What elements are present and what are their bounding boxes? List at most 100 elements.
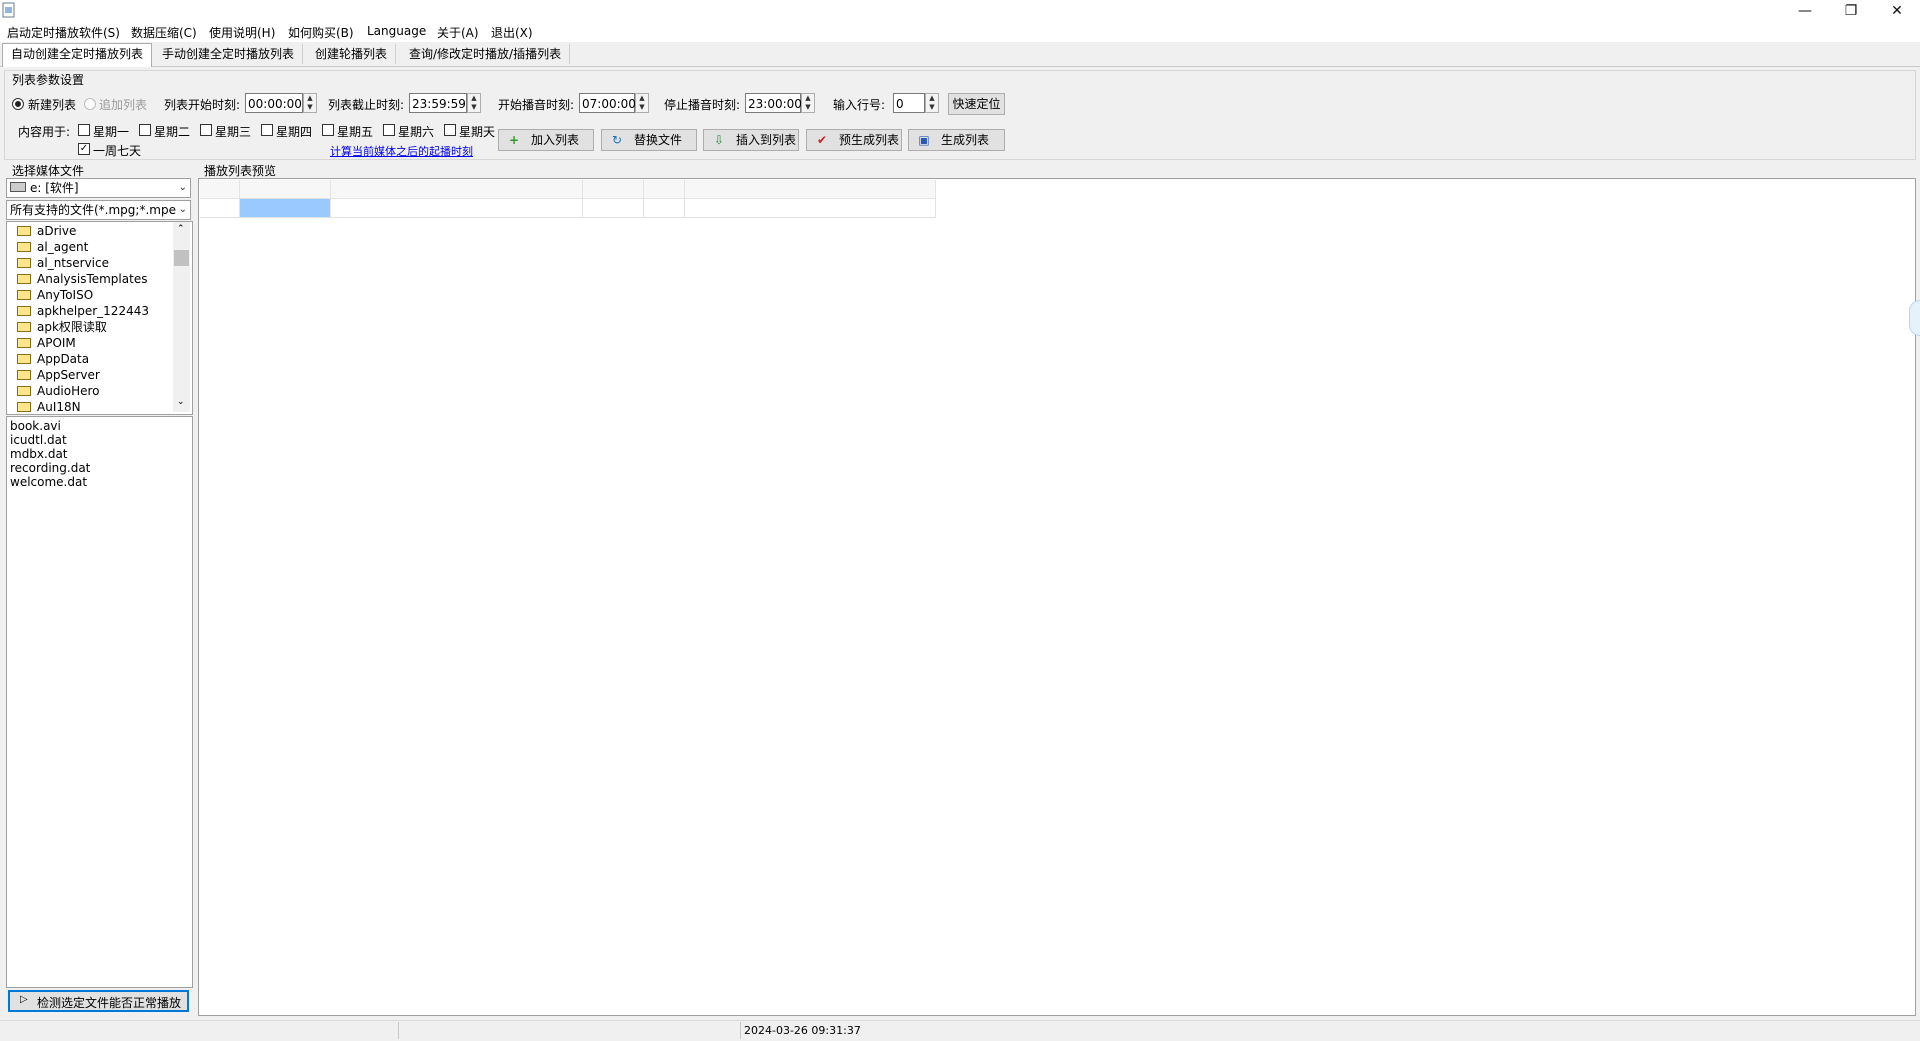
checkbox-thursday-label: 星期四 bbox=[276, 125, 313, 139]
play-start-spinner[interactable]: ▲ ▼ bbox=[635, 93, 649, 113]
tab-rotation[interactable]: 创建轮播列表 bbox=[307, 44, 397, 64]
scroll-up-icon[interactable]: ⌃ bbox=[177, 224, 185, 234]
grid-header-cell[interactable] bbox=[240, 180, 331, 199]
replace-file-button[interactable]: ↻ 替换文件 bbox=[601, 129, 697, 151]
row-number-label: 输入行号: bbox=[833, 98, 886, 112]
drive-select[interactable]: e: [软件] ⌄ bbox=[6, 178, 191, 198]
menu-start-player[interactable]: 启动定时播放软件(S) bbox=[7, 24, 120, 41]
row-number-input[interactable]: 0 bbox=[893, 93, 925, 113]
list-item[interactable]: book.avi bbox=[10, 419, 61, 433]
checkbox-tuesday-label: 星期二 bbox=[154, 125, 191, 139]
radio-append-list[interactable] bbox=[84, 98, 96, 110]
list-end-input[interactable]: 23:59:59 bbox=[409, 93, 467, 113]
play-stop-input[interactable]: 23:00:00 bbox=[745, 93, 802, 113]
file-filter-value: 所有支持的文件(*.mpg;*.mpe bbox=[10, 203, 176, 217]
generate-list-button[interactable]: ▣ 生成列表 bbox=[908, 129, 1005, 151]
tab-auto-create[interactable]: 自动创建全定时播放列表 bbox=[2, 43, 153, 67]
folder-item[interactable]: al_ntservice bbox=[17, 255, 109, 271]
generate-list-label: 生成列表 bbox=[941, 133, 990, 147]
folder-icon bbox=[17, 402, 31, 412]
folder-item[interactable]: APOIM bbox=[17, 335, 76, 351]
grid-header-cell[interactable] bbox=[644, 180, 685, 199]
tab-query-modify[interactable]: 查询/修改定时播放/插播列表 bbox=[401, 44, 571, 64]
menu-help[interactable]: 使用说明(H) bbox=[209, 24, 275, 41]
calc-start-time-link[interactable]: 计算当前媒体之后的起播时刻 bbox=[330, 143, 473, 159]
folder-item[interactable]: AuI18N bbox=[17, 399, 81, 414]
chevron-down-icon: ⌄ bbox=[176, 201, 187, 219]
folder-item[interactable]: AudioHero bbox=[17, 383, 100, 399]
grid-header-cell[interactable] bbox=[583, 180, 644, 199]
checkbox-friday[interactable] bbox=[322, 124, 334, 136]
scroll-thumb[interactable] bbox=[174, 250, 189, 266]
checkbox-monday[interactable] bbox=[78, 124, 90, 136]
list-end-spinner[interactable]: ▲ ▼ bbox=[467, 93, 481, 113]
folder-item[interactable]: apk权限读取 bbox=[17, 319, 107, 335]
save-icon: ▣ bbox=[918, 133, 930, 147]
scroll-down-icon[interactable]: ⌄ bbox=[177, 397, 185, 407]
checkbox-sunday[interactable] bbox=[444, 124, 456, 136]
grid-cell[interactable] bbox=[583, 199, 644, 218]
check-playable-label: 检测选定文件能否正常播放 bbox=[37, 996, 182, 1010]
grid-cell[interactable] bbox=[644, 199, 685, 218]
checkbox-tuesday[interactable] bbox=[139, 124, 151, 136]
checkbox-saturday[interactable] bbox=[383, 124, 395, 136]
folder-icon bbox=[17, 386, 31, 396]
folder-item[interactable]: aDrive bbox=[17, 223, 76, 239]
play-start-input[interactable]: 07:00:00 bbox=[579, 93, 636, 113]
grid-header-cell[interactable] bbox=[685, 180, 936, 199]
quick-locate-button[interactable]: 快速定位 bbox=[948, 93, 1005, 115]
folder-item[interactable]: AppServer bbox=[17, 367, 100, 383]
playlist-preview-grid[interactable] bbox=[198, 178, 1916, 1016]
add-to-list-button[interactable]: + 加入列表 bbox=[498, 129, 594, 151]
checkbox-wednesday[interactable] bbox=[200, 124, 212, 136]
restore-icon[interactable]: ❐ bbox=[1828, 0, 1874, 22]
side-handle[interactable] bbox=[1909, 300, 1920, 336]
checkbox-whole-week[interactable]: ✓ bbox=[78, 143, 90, 155]
minimize-icon[interactable]: — bbox=[1782, 0, 1828, 22]
checkbox-wednesday-label: 星期三 bbox=[215, 125, 252, 139]
grid-header-cell[interactable] bbox=[200, 180, 240, 199]
menu-exit[interactable]: 退出(X) bbox=[491, 24, 533, 41]
menu-about[interactable]: 关于(A) bbox=[437, 24, 479, 41]
menu-data-compress[interactable]: 数据压缩(C) bbox=[131, 24, 197, 41]
list-item[interactable]: mdbx.dat bbox=[10, 447, 68, 461]
folder-item[interactable]: AppData bbox=[17, 351, 89, 367]
grid-cell[interactable] bbox=[685, 199, 936, 218]
list-item[interactable]: welcome.dat bbox=[10, 475, 87, 489]
grid-cell[interactable] bbox=[200, 199, 240, 218]
menu-language[interactable]: Language bbox=[367, 24, 426, 38]
check-playable-button[interactable]: ▷ 检测选定文件能否正常播放 bbox=[8, 990, 189, 1012]
folder-item[interactable]: AnyToISO bbox=[17, 287, 93, 303]
grid-cell-selected[interactable] bbox=[240, 199, 331, 218]
menu-buy[interactable]: 如何购买(B) bbox=[288, 24, 354, 41]
row-number-spinner[interactable]: ▲ ▼ bbox=[925, 93, 939, 113]
list-item[interactable]: icudtl.dat bbox=[10, 433, 67, 447]
close-icon[interactable]: ✕ bbox=[1874, 0, 1920, 22]
checkbox-monday-label: 星期一 bbox=[93, 125, 130, 139]
checkbox-thursday[interactable] bbox=[261, 124, 273, 136]
radio-append-list-label: 追加列表 bbox=[99, 98, 148, 112]
folder-list-scrollbar[interactable]: ⌃ ⌄ bbox=[173, 222, 190, 412]
folder-list[interactable]: aDrive al_agent al_ntservice AnalysisTem… bbox=[6, 221, 193, 415]
insert-to-list-button[interactable]: ⇩ 插入到列表 bbox=[703, 129, 799, 151]
folder-item[interactable]: al_agent bbox=[17, 239, 88, 255]
radio-new-list[interactable] bbox=[12, 98, 24, 110]
play-stop-label: 停止播音时刻: bbox=[664, 98, 741, 112]
checkbox-whole-week-label: 一周七天 bbox=[93, 144, 142, 158]
grid-header-cell[interactable] bbox=[331, 180, 583, 199]
file-filter-select[interactable]: 所有支持的文件(*.mpg;*.mpe ⌄ bbox=[6, 200, 191, 220]
folder-item[interactable]: apkhelper_122443 bbox=[17, 303, 149, 319]
play-start-label: 开始播音时刻: bbox=[498, 98, 575, 112]
file-list[interactable]: book.avi icudtl.dat mdbx.dat recording.d… bbox=[6, 416, 193, 988]
grid-cell[interactable] bbox=[331, 199, 583, 218]
tab-manual-create[interactable]: 手动创建全定时播放列表 bbox=[154, 44, 304, 64]
list-start-input[interactable]: 00:00:00 bbox=[245, 93, 303, 113]
list-end-label: 列表截止时刻: bbox=[328, 98, 405, 112]
folder-item[interactable]: AnalysisTemplates bbox=[17, 271, 147, 287]
list-item[interactable]: recording.dat bbox=[10, 461, 90, 475]
drive-icon bbox=[10, 182, 26, 192]
play-stop-spinner[interactable]: ▲ ▼ bbox=[801, 93, 815, 113]
checkbox-saturday-label: 星期六 bbox=[398, 125, 435, 139]
list-start-spinner[interactable]: ▲ ▼ bbox=[303, 93, 317, 113]
pregenerate-list-button[interactable]: ✔ 预生成列表 bbox=[806, 129, 902, 151]
